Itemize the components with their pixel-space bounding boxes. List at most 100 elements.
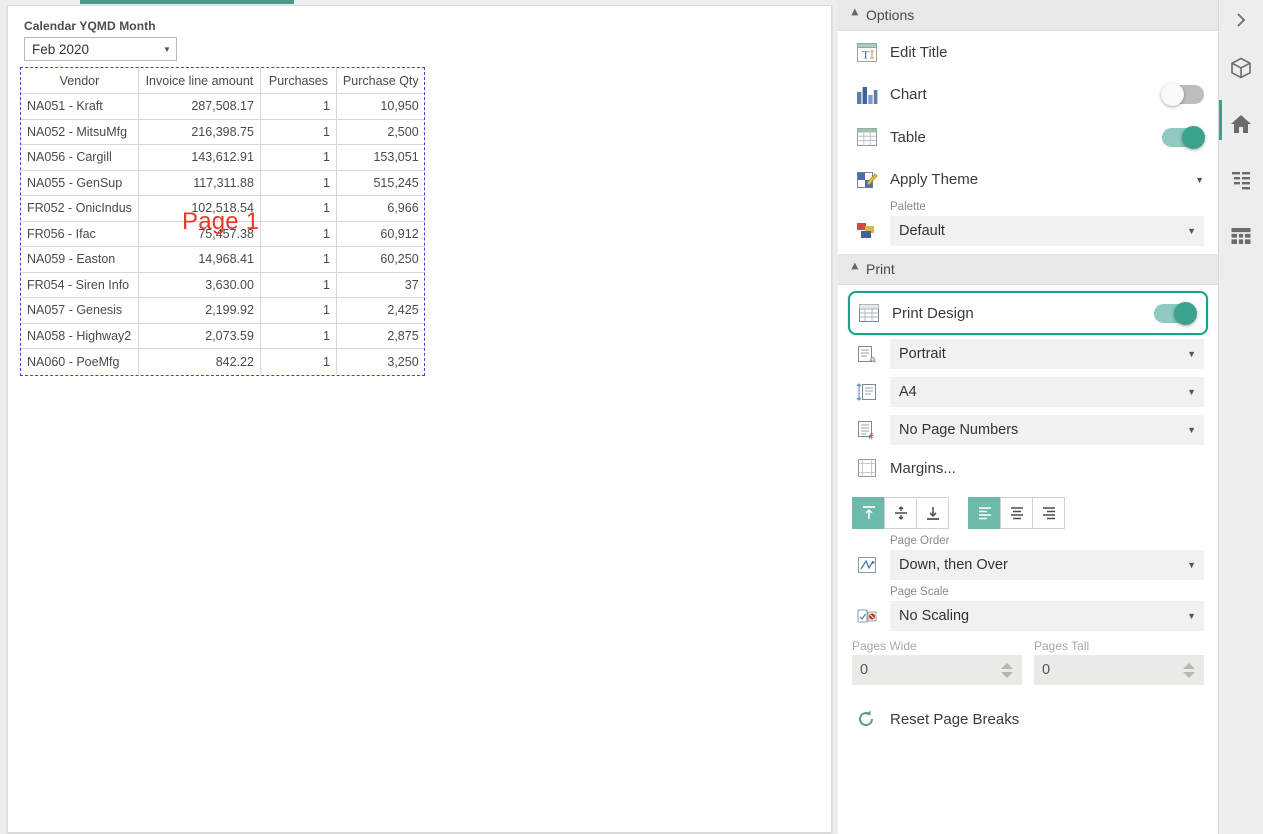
edit-title-row[interactable]: T Edit Title: [838, 31, 1218, 74]
caret-up-icon[interactable]: [1001, 662, 1013, 669]
cell-invoice-line-amount: 102,518.54: [137, 195, 261, 222]
cell-purchases: 1: [259, 246, 337, 273]
options-side-panel: ◀ Options T Edit Title Chart Table Apply…: [838, 0, 1219, 834]
chevron-down-icon: ▼: [1187, 425, 1196, 435]
svg-text:T: T: [862, 47, 870, 61]
table-row[interactable]: FR054 - Siren Info 3,630.00 1 37: [21, 271, 425, 298]
page-numbers-value: No Page Numbers: [899, 422, 1019, 438]
orientation-select[interactable]: Portrait ▼: [890, 339, 1204, 369]
cell-invoice-line-amount: 143,612.91: [137, 144, 261, 171]
cell-purchases: 1: [259, 297, 337, 324]
col-header-invoice-line-amount[interactable]: Invoice line amount: [137, 68, 261, 94]
right-icon-rail: [1219, 0, 1263, 834]
rail-item-cube[interactable]: [1219, 40, 1263, 96]
page-order-combo-wrap: Page Order Down, then Over ▼: [838, 535, 1218, 582]
palette-label: Palette: [890, 201, 926, 213]
cell-invoice-line-amount: 216,398.75: [137, 118, 261, 145]
align-center-button[interactable]: [1000, 497, 1033, 529]
caret-up-icon[interactable]: [1183, 662, 1195, 669]
cell-purchase-qty: 10,950: [335, 93, 425, 120]
page-order-select[interactable]: Down, then Over ▼: [890, 550, 1204, 580]
table-row[interactable]: FR052 - OnicIndus 102,518.54 1 6,966: [21, 195, 425, 222]
chevron-down-icon: ▼: [1187, 611, 1196, 621]
table-row[interactable]: NA052 - MitsuMfg 216,398.75 1 2,500: [21, 118, 425, 145]
pages-wide-stepper[interactable]: [996, 655, 1022, 685]
print-design-row[interactable]: Print Design: [848, 291, 1208, 335]
print-design-toggle[interactable]: [1154, 301, 1197, 325]
table-row[interactable]: NA056 - Cargill 143,612.91 1 153,051: [21, 144, 425, 171]
page-order-label: Page Order: [890, 535, 950, 547]
calendar-month-value: Feb 2020: [32, 41, 90, 57]
table-row[interactable]: NA060 - PoeMfg 842.22 1 3,250: [21, 348, 425, 374]
reset-icon: [856, 709, 890, 729]
chevron-down-icon: ▼: [1187, 387, 1196, 397]
table-row[interactable]: NA058 - Highway2 2,073.59 1 2,875: [21, 322, 425, 349]
cell-invoice-line-amount: 2,199.92: [137, 297, 261, 324]
active-tab-indicator: [80, 0, 294, 4]
table-row[interactable]: FR056 - Ifac 75,457.38 1 60,912: [21, 220, 425, 247]
cell-vendor: NA055 - GenSup: [21, 169, 139, 196]
rail-item-grid[interactable]: [1219, 208, 1263, 264]
paper-size-value: A4: [899, 384, 917, 400]
cell-purchase-qty: 60,250: [335, 246, 425, 273]
cell-vendor: NA052 - MitsuMfg: [21, 118, 139, 145]
cell-vendor: NA056 - Cargill: [21, 144, 139, 171]
print-design-icon: [858, 303, 892, 323]
expand-panel-button[interactable]: [1219, 0, 1263, 40]
table-row[interactable]: NA057 - Genesis 2,199.92 1 2,425: [21, 297, 425, 324]
reset-page-breaks-row[interactable]: Reset Page Breaks: [838, 697, 1218, 741]
pages-tall-stepper[interactable]: [1178, 655, 1204, 685]
table-row[interactable]: NA051 - Kraft 287,508.17 1 10,950: [21, 93, 425, 120]
print-section-header[interactable]: ◀ Print: [838, 254, 1218, 285]
align-middle-button[interactable]: [884, 497, 917, 529]
palette-select[interactable]: Default ▼: [890, 216, 1204, 246]
prompt-label: Calendar YQMD Month: [24, 19, 156, 33]
align-bottom-button[interactable]: [916, 497, 949, 529]
grid-icon: [1231, 228, 1251, 244]
align-top-button[interactable]: [852, 497, 885, 529]
table-header-row: Vendor Invoice line amount Purchases Pur…: [21, 68, 425, 94]
cell-vendor: NA060 - PoeMfg: [21, 348, 139, 374]
col-header-vendor[interactable]: Vendor: [21, 68, 139, 94]
chevron-down-icon[interactable]: ▼: [1195, 175, 1204, 185]
page-numbers-select[interactable]: No Page Numbers ▼: [890, 415, 1204, 445]
apply-theme-icon: [856, 170, 890, 190]
page-numbers-combo-wrap: # No Page Numbers ▼: [838, 413, 1218, 447]
margins-button[interactable]: Margins...: [890, 453, 1204, 483]
page-scale-select[interactable]: No Scaling ▼: [890, 601, 1204, 631]
page-scale-icon: [856, 606, 890, 626]
orientation-combo-wrap: Portrait ▼: [838, 337, 1218, 371]
options-section-header[interactable]: ◀ Options: [838, 0, 1218, 31]
rail-item-list[interactable]: [1219, 152, 1263, 208]
caret-down-icon[interactable]: [1001, 671, 1013, 678]
table-toggle[interactable]: [1162, 125, 1205, 149]
chart-toggle[interactable]: [1161, 83, 1204, 107]
cell-purchases: 1: [259, 118, 337, 145]
vertical-align-group: [852, 497, 949, 529]
table-row[interactable]: NA055 - GenSup 117,311.88 1 515,245: [21, 169, 425, 196]
table-row-option[interactable]: Table: [838, 116, 1218, 159]
print-section-title: Print: [866, 261, 895, 277]
pages-tall-value: 0: [1042, 662, 1051, 678]
align-left-button[interactable]: [968, 497, 1001, 529]
align-right-button[interactable]: [1032, 497, 1065, 529]
table-row[interactable]: NA059 - Easton 14,968.41 1 60,250: [21, 246, 425, 273]
horizontal-align-group: [968, 497, 1065, 529]
rail-item-home[interactable]: [1219, 96, 1263, 152]
apply-theme-label: Apply Theme: [890, 171, 979, 189]
chart-row[interactable]: Chart: [838, 74, 1218, 117]
cell-purchases: 1: [259, 348, 337, 374]
cell-purchase-qty: 60,912: [335, 220, 425, 247]
caret-down-icon[interactable]: [1183, 671, 1195, 678]
palette-icon: [856, 222, 890, 240]
col-header-purchase-qty[interactable]: Purchase Qty: [335, 68, 425, 94]
apply-theme-row[interactable]: Apply Theme ▼: [838, 159, 1218, 202]
cell-purchases: 1: [259, 271, 337, 298]
col-header-purchases[interactable]: Purchases: [259, 68, 337, 94]
cell-invoice-line-amount: 2,073.59: [137, 322, 261, 349]
pages-wide-input[interactable]: 0: [852, 655, 1022, 685]
pages-tall-input[interactable]: 0: [1034, 655, 1204, 685]
calendar-month-select[interactable]: Feb 2020 ▼: [24, 37, 177, 61]
paper-size-select[interactable]: A4 ▼: [890, 377, 1204, 407]
cell-purchase-qty: 153,051: [335, 144, 425, 171]
